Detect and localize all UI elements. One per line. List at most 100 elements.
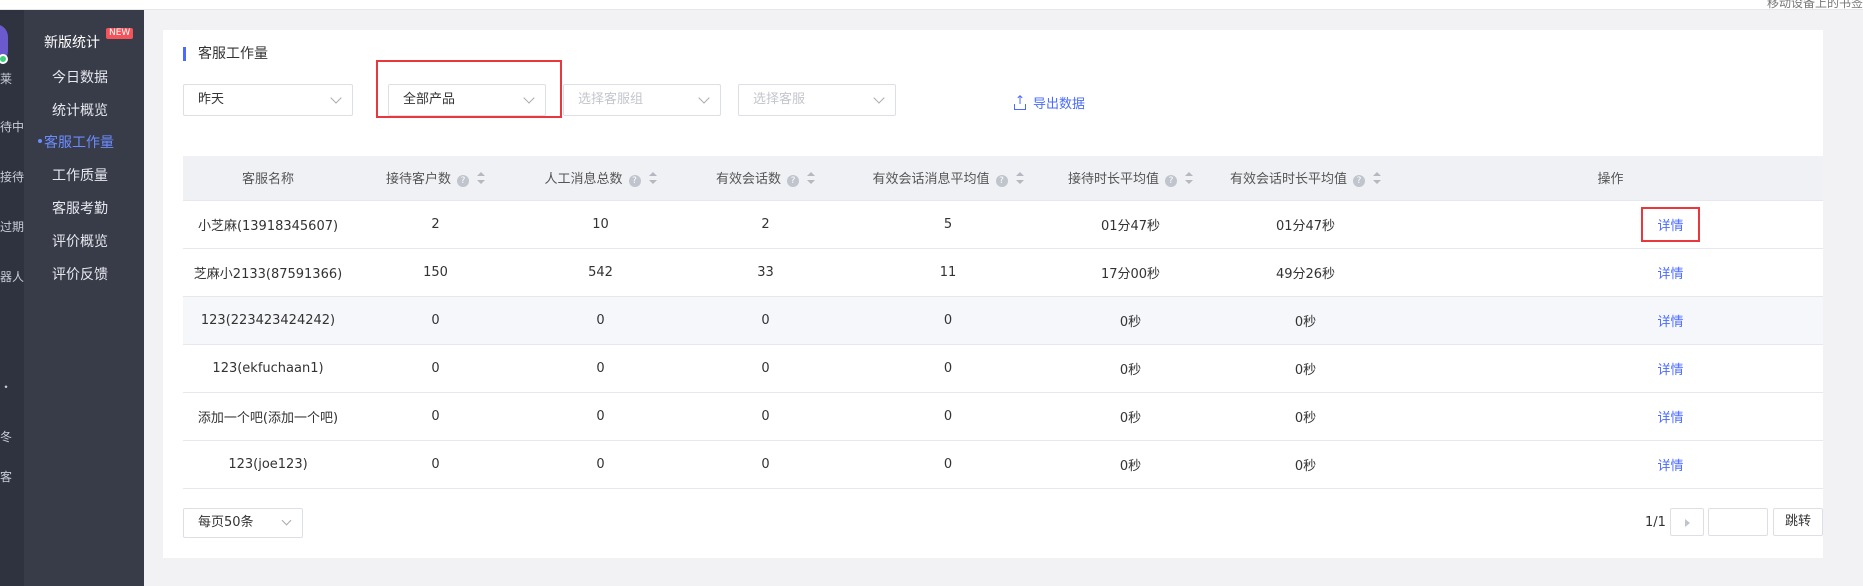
subnav-item-rating-feedback[interactable]: 评价反馈	[52, 264, 108, 284]
cell-value: 0	[683, 296, 848, 345]
detail-link[interactable]: 详情	[1657, 411, 1683, 426]
sort-icon[interactable]	[1373, 172, 1381, 185]
cell-action: 详情	[1398, 440, 1823, 489]
date-select-value: 昨天	[198, 92, 225, 107]
page-info: 1/1	[1645, 515, 1666, 530]
col-valid-sessions[interactable]: 有效会话数?	[683, 156, 848, 201]
col-customers[interactable]: 接待客户数?	[353, 156, 518, 201]
cell-value: 2	[683, 200, 848, 249]
workload-panel: 客服工作量 昨天 全部产品 选择客服组 选择客服 导出数据 客服名称 接待客户数…	[163, 30, 1823, 558]
sort-icon[interactable]	[1185, 172, 1193, 185]
sort-icon[interactable]	[807, 172, 815, 185]
cell-action: 详情	[1398, 248, 1823, 297]
detail-link[interactable]: 详情	[1641, 206, 1700, 242]
table-row: 小芝麻(13918345607) 2 10 2 5 01分47秒 01分47秒 …	[183, 200, 1823, 249]
rail-item[interactable]: 器人	[0, 268, 24, 285]
rail-item[interactable]: ・	[0, 378, 12, 395]
col-avg-messages[interactable]: 有效会话消息平均值?	[848, 156, 1048, 201]
cell-value: 5	[848, 200, 1048, 249]
export-button[interactable]: 导出数据	[1013, 93, 1085, 112]
subnav-item-today[interactable]: 今日数据	[52, 67, 108, 87]
rail-item[interactable]: 过期	[0, 218, 24, 235]
cell-value: 0	[848, 344, 1048, 393]
detail-link[interactable]: 详情	[1657, 363, 1683, 378]
cell-value: 0	[518, 440, 683, 489]
cell-agent-name: 芝麻小2133(87591366)	[183, 248, 353, 297]
table-row: 添加一个吧(添加一个吧) 0 0 0 0 0秒 0秒 详情	[183, 392, 1823, 441]
jump-button[interactable]: 跳转	[1773, 508, 1823, 536]
cell-value: 0秒	[1213, 440, 1398, 489]
rail-item[interactable]: 冬	[0, 428, 12, 445]
help-icon[interactable]: ?	[787, 175, 799, 188]
export-icon	[1013, 93, 1027, 110]
rail-item[interactable]: 待中	[0, 118, 24, 135]
agent-select[interactable]: 选择客服	[738, 84, 896, 116]
cell-action: 详情	[1398, 200, 1823, 249]
agent-group-select[interactable]: 选择客服组	[563, 84, 721, 116]
cell-value: 0秒	[1213, 344, 1398, 393]
table-row: 123(223423424242) 0 0 0 0 0秒 0秒 详情	[183, 296, 1823, 345]
help-icon[interactable]: ?	[457, 175, 469, 188]
new-badge: NEW	[106, 28, 134, 39]
next-page-button[interactable]	[1670, 508, 1704, 536]
rail-item[interactable]: 莱	[0, 70, 12, 87]
detail-link[interactable]: 详情	[1657, 459, 1683, 474]
subnav-item-rating-overview[interactable]: 评价概览	[52, 231, 108, 251]
help-icon[interactable]: ?	[995, 175, 1008, 188]
chevron-down-icon	[281, 515, 292, 526]
subnav-item-overview[interactable]: 统计概览	[52, 100, 108, 120]
cell-value: 0	[848, 392, 1048, 441]
detail-link[interactable]: 详情	[1657, 267, 1683, 282]
cell-value: 0秒	[1048, 392, 1213, 441]
cell-value: 49分26秒	[1213, 248, 1398, 297]
cell-value: 17分00秒	[1048, 248, 1213, 297]
subnav-item-quality[interactable]: 工作质量	[52, 165, 108, 185]
sort-icon[interactable]	[1015, 172, 1024, 185]
subnav-title[interactable]: 新版统计	[44, 32, 100, 52]
col-messages[interactable]: 人工消息总数?	[518, 156, 683, 201]
cell-value: 01分47秒	[1048, 200, 1213, 249]
subnav-item-attendance[interactable]: 客服考勤	[52, 198, 108, 218]
export-label: 导出数据	[1033, 97, 1086, 112]
help-icon[interactable]: ?	[628, 175, 641, 188]
cell-agent-name: 小芝麻(13918345607)	[183, 200, 353, 249]
chevron-down-icon	[873, 92, 885, 104]
rail-item[interactable]: 客	[0, 468, 12, 485]
cell-value: 0	[518, 296, 683, 345]
date-select[interactable]: 昨天	[183, 84, 353, 116]
col-avg-reception-time[interactable]: 接待时长平均值?	[1048, 156, 1213, 201]
cell-action: 详情	[1398, 296, 1823, 345]
cell-value: 0	[353, 296, 518, 345]
cell-value: 0	[353, 392, 518, 441]
cell-value: 0秒	[1213, 296, 1398, 345]
cell-agent-name: 添加一个吧(添加一个吧)	[183, 392, 353, 441]
workload-table: 客服名称 接待客户数? 人工消息总数? 有效会话数? 有效会话消息平均值? 接待…	[183, 156, 1823, 489]
bookmark-label[interactable]: 移动设备上的书签	[1767, 0, 1863, 11]
cell-value: 0	[353, 440, 518, 489]
col-avg-session-time[interactable]: 有效会话时长平均值?	[1213, 156, 1398, 201]
table-row: 芝麻小2133(87591366) 150 542 33 11 17分00秒 4…	[183, 248, 1823, 297]
help-icon[interactable]: ?	[1165, 175, 1177, 188]
cell-value: 0秒	[1048, 344, 1213, 393]
rail-item[interactable]: 接待	[0, 168, 24, 185]
cell-value: 0	[848, 296, 1048, 345]
page-title: 客服工作量	[183, 47, 268, 61]
subnav-item-workload[interactable]: 客服工作量	[44, 132, 114, 152]
cell-value: 11	[848, 248, 1048, 297]
page-size-value: 每页50条	[198, 515, 254, 530]
sort-icon[interactable]	[477, 172, 485, 185]
cell-value: 0	[353, 344, 518, 393]
detail-link[interactable]: 详情	[1657, 315, 1683, 330]
cell-value: 0秒	[1213, 392, 1398, 441]
agent-placeholder: 选择客服	[753, 92, 806, 107]
cell-value: 150	[353, 248, 518, 297]
col-agent-name: 客服名称	[183, 156, 353, 201]
main-nav-rail: 莱 待中 接待 过期 器人 ・ 冬 客	[0, 10, 24, 586]
page-number-input[interactable]	[1708, 508, 1768, 536]
col-actions: 操作	[1398, 156, 1823, 201]
product-select[interactable]: 全部产品	[388, 84, 546, 116]
page-size-select[interactable]: 每页50条	[183, 508, 303, 538]
help-icon[interactable]: ?	[1353, 175, 1365, 188]
cell-value: 0秒	[1048, 296, 1213, 345]
sort-icon[interactable]	[648, 172, 657, 185]
